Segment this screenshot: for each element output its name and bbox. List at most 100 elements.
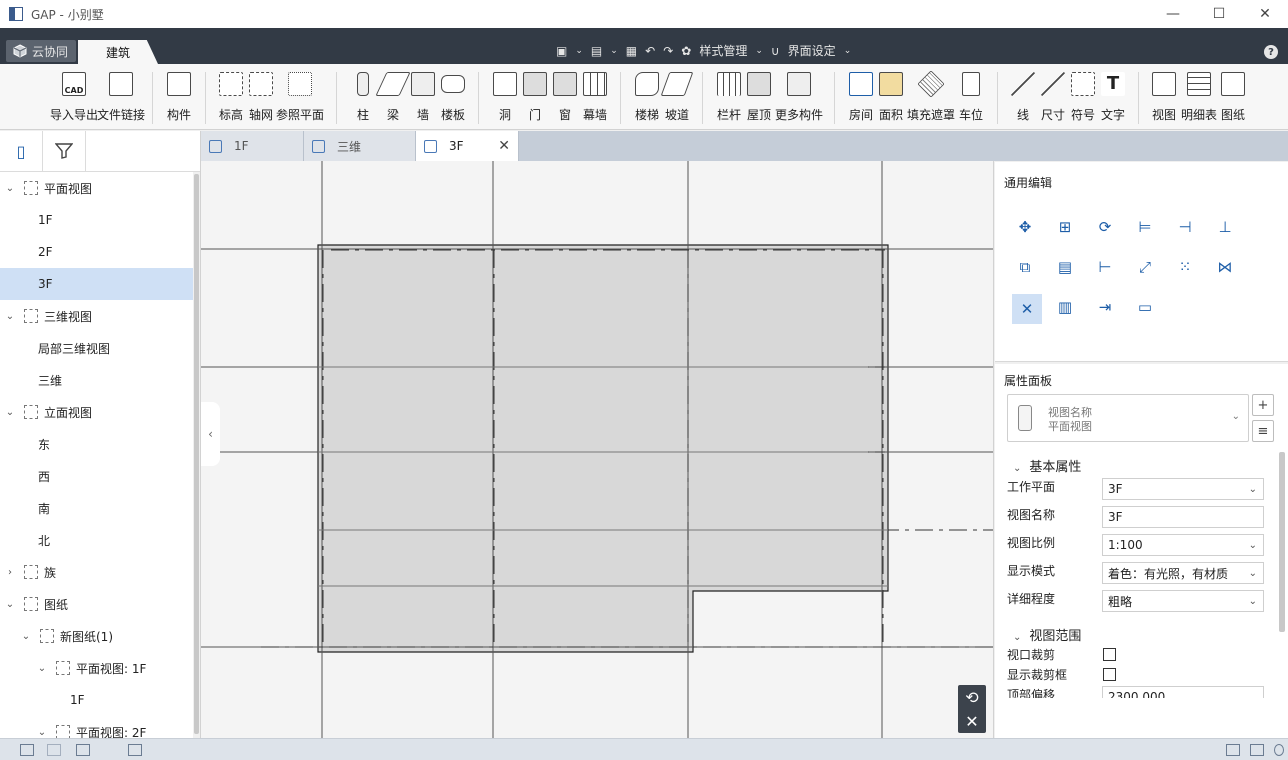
opening-button[interactable]: 洞 — [493, 72, 517, 123]
view-range-section[interactable]: ⌄ 视图范围 — [1013, 625, 1081, 644]
minimize-button[interactable]: — — [1150, 0, 1196, 28]
view-button[interactable]: 视图 — [1152, 72, 1176, 123]
open-file-icon[interactable]: ▤ — [591, 44, 602, 58]
column-button[interactable]: 柱 — [351, 72, 375, 123]
measure-icon[interactable]: ▭ — [1132, 294, 1158, 320]
close-nav-icon[interactable]: ✕ — [965, 712, 978, 731]
move-icon[interactable]: ✥ — [1012, 214, 1038, 240]
room-button[interactable]: 房间 — [849, 72, 873, 123]
tree-item[interactable]: ⌄ 图纸 — [0, 588, 193, 620]
grid-layout-icon[interactable] — [76, 744, 90, 756]
drawing-canvas[interactable] — [201, 161, 993, 738]
palette-icon[interactable]: ✿ — [681, 44, 691, 58]
floor-button[interactable]: 楼板 — [441, 72, 465, 123]
array-icon[interactable]: ⧉ — [1012, 254, 1038, 280]
rotate-icon[interactable]: ⟳ — [1092, 214, 1118, 240]
box-3d-icon[interactable]: ▥ — [1052, 294, 1078, 320]
crop-view-checkbox[interactable] — [1103, 648, 1116, 661]
tree-item[interactable]: ⌄ 三维视图 — [0, 300, 193, 332]
tree-item[interactable]: 2F — [0, 236, 193, 268]
trim-icon[interactable]: ⊥ — [1212, 214, 1238, 240]
chevron-down-icon[interactable]: ⌄ — [20, 631, 32, 642]
cloud-collab-button[interactable]: 云协同 — [6, 40, 77, 62]
beam-button[interactable]: 梁 — [375, 72, 411, 123]
line-button[interactable]: 线 — [1011, 72, 1035, 123]
detail-level-select[interactable]: 粗略 ⌄ — [1102, 590, 1264, 612]
close-window-button[interactable]: ✕ — [1242, 0, 1288, 28]
show-crop-checkbox[interactable] — [1103, 668, 1116, 681]
tree-item[interactable]: 1F — [0, 204, 193, 236]
tree-item[interactable]: 局部三维视图 — [0, 332, 193, 364]
curtain-wall-button[interactable]: 幕墙 — [583, 72, 607, 123]
tab-architecture[interactable]: 建筑 — [78, 40, 158, 64]
wall-button[interactable]: 墙 — [411, 72, 435, 123]
railing-button[interactable]: 栏杆 — [717, 72, 741, 123]
chevron-down-icon[interactable]: ⌄ — [4, 599, 16, 610]
new-file-icon[interactable]: ▣ — [556, 44, 567, 58]
image-icon[interactable] — [1226, 744, 1240, 756]
tree-item[interactable]: ⌄ 新图纸(1) — [0, 620, 193, 652]
level-button[interactable]: 标高 — [219, 72, 243, 123]
more-components-button[interactable]: 更多构件 — [775, 72, 823, 123]
close-tab-icon[interactable]: ✕ — [498, 138, 510, 154]
filter-icon[interactable] — [43, 131, 86, 171]
undo-icon[interactable]: ↶ — [645, 44, 655, 58]
tree-item[interactable]: 北 — [0, 524, 193, 556]
chevron-down-icon[interactable]: ⌄ — [36, 663, 48, 674]
file-link-button[interactable]: 文件链接 — [97, 72, 145, 123]
tree-item[interactable]: ⌄ 立面视图 — [0, 396, 193, 428]
roof-button[interactable]: 屋顶 — [747, 72, 771, 123]
tree-item[interactable]: 1F — [0, 684, 193, 716]
tree-item[interactable]: 三维 — [0, 364, 193, 396]
view-name-input[interactable]: 3F — [1102, 506, 1264, 528]
tree-item[interactable]: ⌄ 平面视图 — [0, 172, 193, 204]
tree-item[interactable]: ⌄ 平面视图: 1F — [0, 652, 193, 684]
chevron-down-icon[interactable]: ⌄ — [4, 311, 16, 322]
doc-tab-3d[interactable]: 三维 — [304, 131, 416, 161]
rotate-view-icon[interactable]: ⟲ — [965, 688, 978, 707]
offset-icon[interactable]: ▤ — [1052, 254, 1078, 280]
import-export-button[interactable]: CAD 导入导出 — [50, 72, 98, 123]
add-type-button[interactable]: + — [1252, 394, 1274, 416]
chevron-down-icon[interactable]: ⌄ — [844, 46, 852, 56]
window-button[interactable]: 窗 — [553, 72, 577, 123]
gear-icon[interactable] — [1274, 744, 1284, 756]
collapse-panel-button[interactable]: ‹ — [201, 402, 220, 466]
dimension-button[interactable]: 尺寸 — [1041, 72, 1065, 123]
chevron-down-icon[interactable]: ⌄ — [755, 46, 763, 56]
chevron-down-icon[interactable]: ⌄ — [610, 46, 618, 56]
ui-settings-menu[interactable]: 界面设定 — [788, 42, 836, 59]
table-icon[interactable] — [128, 744, 142, 756]
view-type-selector[interactable]: 视图名称 平面视图 ⌄ — [1007, 394, 1249, 442]
group-icon[interactable]: ⁙ — [1172, 254, 1198, 280]
edit-type-button[interactable]: ≡ — [1252, 420, 1274, 442]
properties-scrollbar[interactable] — [1279, 452, 1285, 632]
panel-layout-icon[interactable]: ▯ — [0, 131, 43, 171]
tree-item[interactable]: 东 — [0, 428, 193, 460]
copy-icon[interactable]: ⊞ — [1052, 214, 1078, 240]
redo-icon[interactable]: ↷ — [663, 44, 673, 58]
tree-item[interactable]: ⌄ 平面视图: 2F — [0, 716, 193, 738]
tree-item[interactable]: 西 — [0, 460, 193, 492]
cascade-view-icon[interactable] — [47, 744, 61, 756]
tree-item[interactable]: › 族 — [0, 556, 193, 588]
tree-scrollbar-thumb[interactable] — [194, 174, 199, 734]
top-offset-input[interactable]: 2300.000 — [1102, 686, 1264, 698]
chevron-down-icon[interactable]: ⌄ — [36, 727, 48, 738]
display-mode-select[interactable]: 着色：有光照，有材质 ⌄ — [1102, 562, 1264, 584]
chevron-down-icon[interactable]: ⌄ — [575, 46, 583, 56]
style-manage-menu[interactable]: 样式管理 — [699, 42, 747, 59]
cube-icon[interactable] — [1250, 744, 1264, 756]
work-plane-select[interactable]: 3F ⌄ — [1102, 478, 1264, 500]
sheet-button[interactable]: 图纸 — [1221, 72, 1245, 123]
ref-plane-button[interactable]: 参照平面 — [276, 72, 324, 123]
magnet-icon[interactable]: ∪ — [771, 44, 780, 58]
schedule-button[interactable]: 明细表 — [1181, 72, 1217, 123]
help-icon[interactable]: ? — [1264, 45, 1278, 59]
grid-button[interactable]: 轴网 — [249, 72, 273, 123]
chevron-right-icon[interactable]: › — [4, 567, 16, 578]
text-button[interactable]: T 文字 — [1101, 72, 1125, 123]
tile-view-icon[interactable] — [20, 744, 34, 756]
tree-scrollbar[interactable] — [193, 172, 200, 738]
ramp-button[interactable]: 坡道 — [660, 72, 694, 123]
